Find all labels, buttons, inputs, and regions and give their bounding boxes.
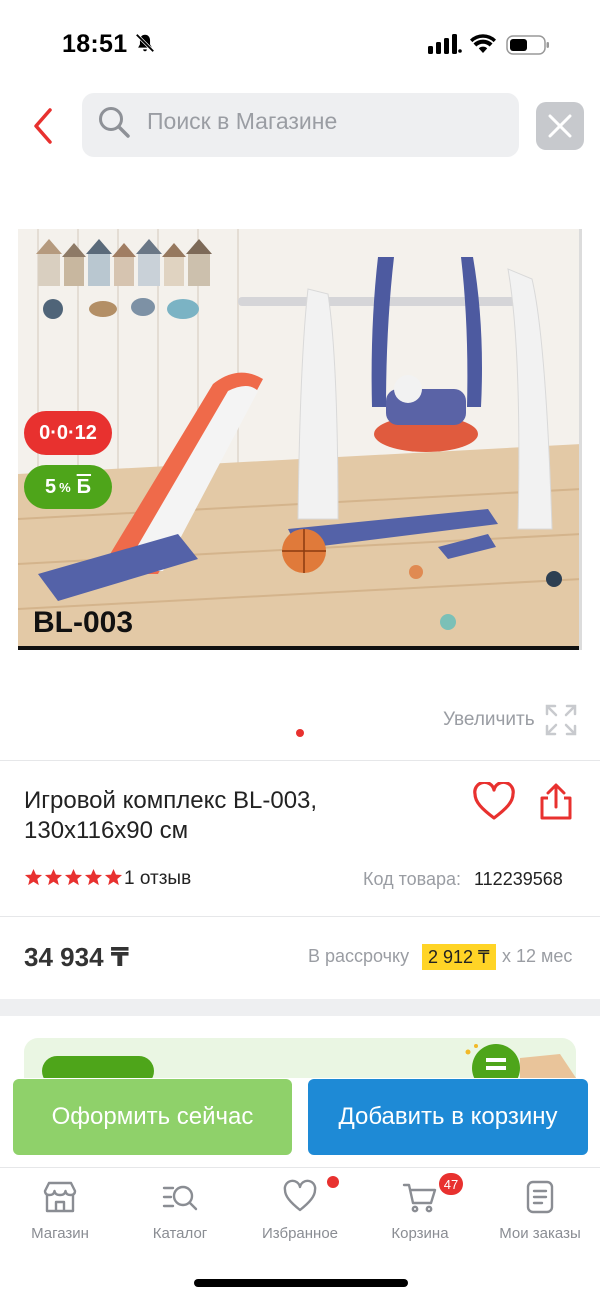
promo-decor (42, 1044, 576, 1078)
battery-icon (506, 35, 549, 55)
heart-icon[interactable] (472, 782, 516, 822)
star-icon (64, 868, 83, 886)
product-title: Игровой комплекс BL-003, 130x116x90 см (24, 787, 318, 844)
divider (0, 760, 600, 761)
favorites-notification-dot (327, 1176, 339, 1188)
bonus-value: 5 (44, 475, 57, 498)
home-indicator (194, 1279, 408, 1287)
price: 34 934 ₸ (24, 942, 129, 972)
tab-catalog[interactable]: Каталог (120, 1178, 240, 1242)
section-separator (0, 999, 600, 1016)
tab-label: Корзина (391, 1225, 449, 1242)
tab-favorites[interactable]: Избранное (240, 1178, 360, 1242)
star-icon (44, 868, 63, 886)
rating-stars (24, 868, 123, 887)
zoom-label[interactable]: Увеличить (443, 709, 535, 731)
model-label: BL-003 (33, 606, 134, 639)
installment-term: x 12 мес (502, 946, 573, 966)
share-icon[interactable] (538, 782, 574, 822)
installment-label: В рассрочку (308, 946, 410, 966)
tab-label: Мои заказы (499, 1225, 581, 1242)
bonus-unit: % (59, 479, 71, 495)
tab-label: Избранное (261, 1225, 339, 1242)
signal-icon (428, 34, 462, 54)
expand-icon[interactable] (545, 704, 577, 736)
add-to-cart-button[interactable]: Добавить в корзину (308, 1079, 588, 1155)
sku-value: 112239568 (474, 869, 563, 889)
catalog-search-icon (162, 1185, 198, 1211)
cart-icon (402, 1183, 437, 1213)
image-pager-dot[interactable] (296, 729, 304, 737)
star-icon (84, 868, 103, 886)
bell-off-icon (135, 33, 155, 53)
search-placeholder[interactable]: Поиск в Магазине (147, 108, 337, 135)
tab-label: Магазин (31, 1225, 89, 1242)
promo-card[interactable] (24, 1038, 576, 1078)
orders-icon (526, 1180, 554, 1214)
heart-icon (283, 1179, 317, 1212)
reviews-link[interactable]: 1 отзыв (124, 868, 191, 890)
divider (0, 916, 600, 917)
wifi-icon (470, 34, 496, 53)
shop-icon (43, 1181, 77, 1213)
search-icon (99, 107, 130, 138)
tab-orders[interactable]: Мои заказы (480, 1178, 600, 1242)
cart-count-badge: 47 (439, 1173, 463, 1195)
bonus-badge: 5% Б (24, 465, 112, 509)
star-icon (24, 868, 43, 886)
bonus-currency: Б (76, 475, 92, 498)
installment-amount: 2 912 ₸ (422, 944, 496, 970)
tab-label: Каталог (152, 1225, 208, 1242)
back-button[interactable] (24, 104, 64, 148)
tab-shop[interactable]: Магазин (0, 1178, 120, 1242)
close-icon (548, 114, 572, 138)
timer-badge: 0·0·12 (24, 411, 112, 455)
status-time: 18:51 (62, 30, 128, 58)
close-button[interactable] (536, 102, 584, 150)
buy-now-button[interactable]: Оформить сейчас (13, 1079, 292, 1155)
sku-label: Код товара: (363, 869, 462, 889)
star-icon (104, 868, 123, 886)
